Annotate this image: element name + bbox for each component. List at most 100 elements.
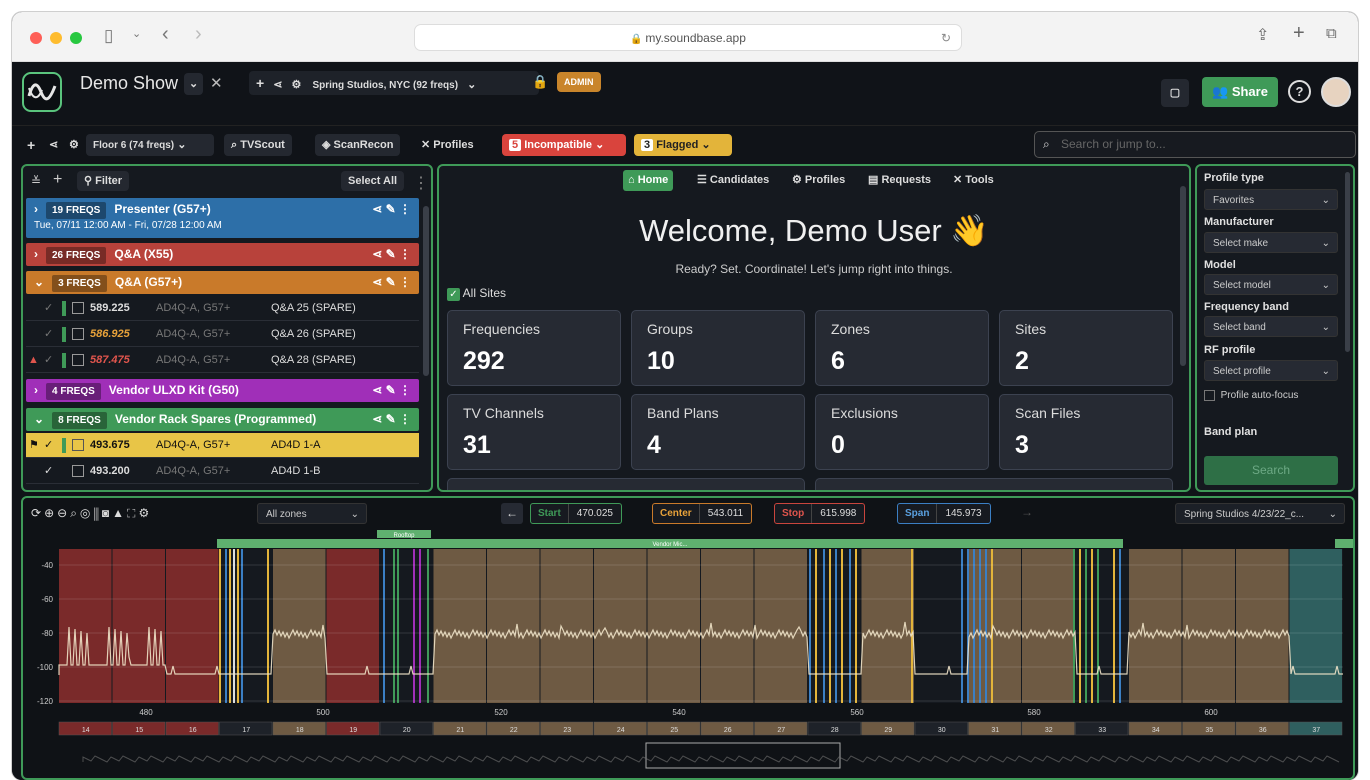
- fullscreen-icon[interactable]: ⛶: [127, 506, 138, 520]
- expand-icon[interactable]: ›: [34, 202, 38, 216]
- triangle-icon[interactable]: ▲: [112, 506, 127, 520]
- camera-icon[interactable]: ◙: [102, 506, 112, 520]
- stat-card-sites[interactable]: Sites 2: [999, 310, 1173, 386]
- close-window-button[interactable]: [30, 32, 42, 44]
- floor-select[interactable]: Floor 6 (74 freqs) ⌄: [86, 134, 214, 156]
- back-icon[interactable]: ‹: [162, 23, 169, 46]
- scrollbar[interactable]: [1345, 172, 1350, 352]
- stat-card-exclusions[interactable]: Exclusions 0: [815, 394, 989, 470]
- pan-left-icon[interactable]: ←: [501, 503, 523, 524]
- stat-card-groups[interactable]: Groups 10: [631, 310, 805, 386]
- row-checkbox[interactable]: [72, 465, 84, 477]
- chat-icon[interactable]: ▢: [1161, 79, 1189, 107]
- row-checkbox[interactable]: [72, 439, 84, 451]
- autofocus-checkbox[interactable]: Profile auto-focus: [1204, 390, 1298, 401]
- gear-icon[interactable]: ⚙: [62, 134, 86, 156]
- group-row[interactable]: › 19 FREQS Presenter (G57+) Tue, 07/11 12:…: [26, 198, 419, 238]
- chevron-down-icon[interactable]: ⌄: [467, 79, 476, 91]
- soundbase-logo-icon[interactable]: [22, 72, 62, 112]
- pan-right-icon[interactable]: →: [1021, 505, 1033, 519]
- zones-select[interactable]: All zones ⌄: [257, 503, 367, 524]
- group-actions[interactable]: ⋖ ✎ ⋮: [372, 271, 411, 294]
- all-sites-checkbox[interactable]: ✓ All Sites: [447, 286, 506, 301]
- share-icon[interactable]: ⇪: [1256, 25, 1269, 45]
- stat-card-tv-channels[interactable]: TV Channels 31: [447, 394, 621, 470]
- tab-profiles[interactable]: ⚙ Profiles: [787, 170, 850, 191]
- frequency-row[interactable]: ✓ 589.225 AD4Q-A, G57+ Q&A 25 (SPARE): [26, 296, 419, 321]
- group-row[interactable]: ⌄ 3 FREQS Q&A (G57+) ⋖ ✎ ⋮: [26, 271, 419, 294]
- stat-card-frequencies[interactable]: Frequencies 292: [447, 310, 621, 386]
- gear-icon[interactable]: ⚙: [138, 506, 152, 520]
- target-icon[interactable]: ◎: [80, 506, 93, 520]
- row-checkbox[interactable]: [72, 302, 84, 314]
- row-checkbox[interactable]: [72, 354, 84, 366]
- profile-type-select[interactable]: Favorites ⌄: [1204, 189, 1338, 210]
- lock-icon[interactable]: 🔒: [532, 74, 548, 90]
- group-actions[interactable]: ⋖ ✎ ⋮: [372, 379, 411, 402]
- search-input[interactable]: ⌕ Search or jump to...: [1034, 131, 1356, 158]
- add-icon[interactable]: +: [256, 71, 264, 95]
- collapse-all-icon[interactable]: ≚: [31, 174, 41, 188]
- stop-value[interactable]: 615.998: [812, 504, 864, 523]
- group-actions[interactable]: ⋖ ✎ ⋮: [372, 198, 411, 221]
- collapse-icon[interactable]: ⌄: [34, 275, 44, 289]
- more-icon[interactable]: ⋮: [413, 173, 429, 193]
- columns-icon[interactable]: ⫼: [93, 506, 102, 520]
- forward-icon[interactable]: ›: [195, 23, 202, 46]
- group-actions[interactable]: ⋖ ✎ ⋮: [372, 408, 411, 431]
- reload-icon[interactable]: ↻: [941, 25, 951, 52]
- help-icon[interactable]: ?: [1288, 80, 1311, 103]
- sidebar-toggle-icon[interactable]: ▯: [104, 26, 113, 46]
- zoom-icon[interactable]: ⌕: [70, 506, 80, 520]
- frequency-row[interactable]: ✓ 586.925 AD4Q-A, G57+ Q&A 26 (SPARE): [26, 322, 419, 347]
- flagged-filter[interactable]: 3 Flagged ⌄: [634, 134, 732, 156]
- center-control[interactable]: Center 543.011: [652, 503, 753, 524]
- tab-requests[interactable]: ▤ Requests: [863, 170, 936, 191]
- refresh-icon[interactable]: ⟳: [31, 506, 44, 520]
- scan-file-select[interactable]: Spring Studios 4/23/22_c... ⌄: [1175, 503, 1345, 524]
- maximize-window-button[interactable]: [70, 32, 82, 44]
- group-row[interactable]: › 26 FREQS Q&A (X55) ⋖ ✎ ⋮: [26, 243, 419, 266]
- scrollbar[interactable]: [423, 206, 429, 376]
- show-dropdown-chevron-icon[interactable]: ⌄: [184, 73, 204, 95]
- group-row[interactable]: ⌄ 8 FREQS Vendor Rack Spares (Programmed) ⋖…: [26, 408, 419, 431]
- add-icon[interactable]: +: [53, 171, 62, 189]
- select-all-button[interactable]: Select All: [341, 171, 405, 191]
- search-button[interactable]: Search: [1204, 456, 1338, 485]
- manufacturer-select[interactable]: Select make ⌄: [1204, 232, 1338, 253]
- expand-icon[interactable]: ›: [34, 247, 38, 261]
- profiles-button[interactable]: ✕ Profiles: [414, 134, 481, 156]
- stat-card-band-plans[interactable]: Band Plans 4: [631, 394, 805, 470]
- zoom-in-icon[interactable]: ⊕: [44, 506, 57, 520]
- model-select[interactable]: Select model ⌄: [1204, 274, 1338, 295]
- span-control[interactable]: Span 145.973: [897, 503, 991, 524]
- tvscout-button[interactable]: ⌕ TVScout: [224, 134, 292, 156]
- new-tab-icon[interactable]: +: [1293, 22, 1305, 45]
- expand-icon[interactable]: ›: [34, 383, 38, 397]
- tab-overview-icon[interactable]: ⧉: [1326, 25, 1337, 42]
- group-row[interactable]: › 4 FREQS Vendor ULXD Kit (G50) ⋖ ✎ ⋮: [26, 379, 419, 402]
- stat-card-scan-files[interactable]: Scan Files 3: [999, 394, 1173, 470]
- zoom-out-icon[interactable]: ⊖: [57, 506, 70, 520]
- chevron-down-icon[interactable]: ⌄: [132, 27, 141, 40]
- collapse-icon[interactable]: ⌄: [34, 412, 44, 426]
- stat-card-zones[interactable]: Zones 6: [815, 310, 989, 386]
- center-value[interactable]: 543.011: [700, 504, 751, 523]
- frequency-row[interactable]: ✓ 493.200 AD4Q-A, G57+ AD4D 1-B: [26, 459, 419, 484]
- frequency-row[interactable]: ▲ ✓ 587.475 AD4Q-A, G57+ Q&A 28 (SPARE): [26, 348, 419, 373]
- span-value[interactable]: 145.973: [937, 504, 989, 523]
- site-select[interactable]: Spring Studios, NYC (92 freqs): [312, 80, 458, 91]
- incompatible-filter[interactable]: 5 Incompatible ⌄: [502, 134, 626, 156]
- user-avatar[interactable]: [1321, 77, 1351, 107]
- minimize-window-button[interactable]: [50, 32, 62, 44]
- tab-tools[interactable]: ✕ Tools: [948, 170, 999, 191]
- address-bar[interactable]: 🔒 my.soundbase.app ↻: [414, 24, 962, 51]
- tab-home[interactable]: ⌂ Home: [623, 170, 674, 191]
- row-checkbox[interactable]: [72, 328, 84, 340]
- gear-icon[interactable]: ⚙: [292, 73, 302, 97]
- share-button[interactable]: 👥 Share: [1202, 77, 1278, 107]
- spectrum-plot[interactable]: Rooftop Vendor Mic... -40 -60 -80 -100 -120 480…: [23, 530, 1353, 778]
- group-actions[interactable]: ⋖ ✎ ⋮: [372, 243, 411, 266]
- frequency-row-flagged[interactable]: ⚑ ✓ 493.675 AD4Q-A, G57+ AD4D 1-A: [26, 433, 419, 458]
- start-control[interactable]: Start 470.025: [530, 503, 622, 524]
